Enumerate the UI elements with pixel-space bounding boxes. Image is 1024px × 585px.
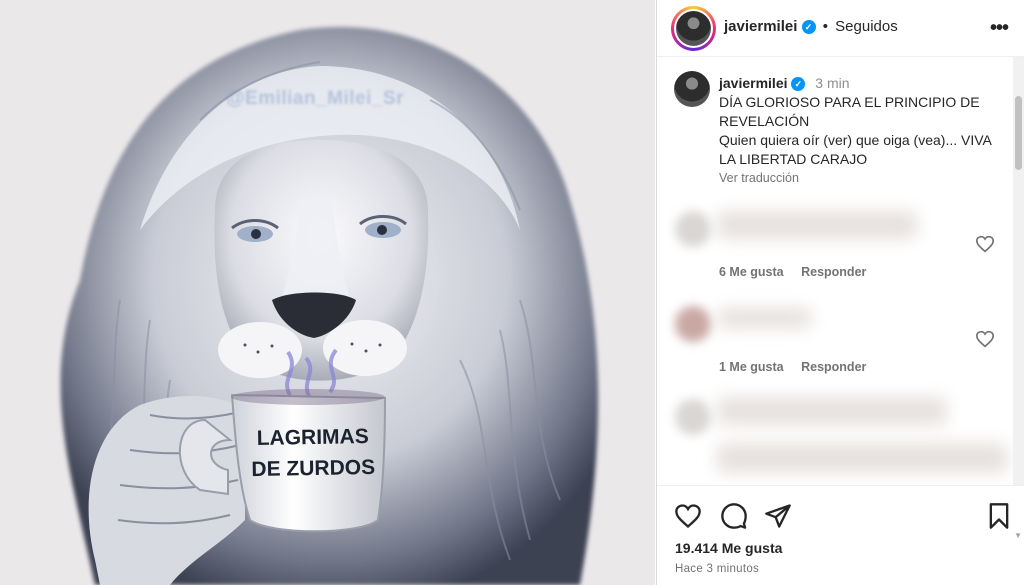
comment-bubble-icon[interactable] bbox=[720, 502, 748, 530]
comment-likes[interactable]: 1 Me gusta bbox=[719, 360, 784, 374]
bookmark-icon[interactable] bbox=[985, 502, 1013, 530]
comment-text-blurred bbox=[717, 443, 1007, 473]
header-username[interactable]: javiermilei bbox=[724, 18, 797, 35]
comment-meta: 1 Me gusta Responder bbox=[719, 360, 880, 374]
caption-username[interactable]: javiermilei bbox=[719, 75, 788, 91]
see-translation-link[interactable]: Ver traducción bbox=[719, 169, 1009, 188]
caption-avatar[interactable] bbox=[674, 71, 710, 107]
comment-avatar[interactable] bbox=[675, 399, 711, 435]
paper-plane-icon[interactable] bbox=[764, 502, 792, 530]
likes-count[interactable]: 19.414 Me gusta bbox=[675, 540, 782, 556]
post-side-panel: javiermilei ✓ • Seguidos ••• javiermilei… bbox=[656, 0, 1024, 585]
heart-icon[interactable] bbox=[674, 502, 702, 530]
header-user-line: javiermilei ✓ • Seguidos bbox=[724, 18, 898, 35]
header-separator: • bbox=[822, 18, 828, 35]
heart-icon[interactable] bbox=[975, 330, 995, 348]
reply-button[interactable]: Responder bbox=[801, 360, 866, 374]
comment-avatar[interactable] bbox=[675, 306, 711, 342]
caption: javiermilei ✓ 3 min DÍA GLORIOSO PARA EL… bbox=[719, 74, 1009, 188]
caption-line-1: DÍA GLORIOSO PARA EL PRINCIPIO DE REVELA… bbox=[719, 94, 980, 129]
caption-line-2: Quien quiera oír (ver) que oiga (vea)...… bbox=[719, 132, 992, 167]
comment-item: 1 Me gusta Responder bbox=[657, 302, 1024, 382]
comment-text-blurred bbox=[717, 308, 812, 328]
following-button[interactable]: Seguidos bbox=[835, 18, 898, 35]
caption-time[interactable]: 3 min bbox=[815, 75, 849, 91]
comment-text-blurred bbox=[717, 211, 917, 239]
scrollbar-thumb[interactable] bbox=[1015, 96, 1022, 170]
watermark-text: @Emilian_Milei_Sr bbox=[226, 88, 405, 109]
reply-button[interactable]: Responder bbox=[801, 265, 866, 279]
comment-text-blurred bbox=[717, 397, 947, 425]
avatar-photo bbox=[676, 11, 711, 46]
post-actions: 19.414 Me gusta Hace 3 minutos bbox=[657, 485, 1024, 585]
verified-badge-icon: ✓ bbox=[801, 20, 816, 35]
mug-caption: LAGRIMAS DE ZURDOS bbox=[237, 421, 388, 486]
mug-line-2: DE ZURDOS bbox=[251, 455, 376, 482]
more-options-icon[interactable]: ••• bbox=[987, 17, 1011, 39]
mug-line-1: LAGRIMAS bbox=[256, 425, 369, 450]
comments-scroll-area[interactable]: javiermilei ✓ 3 min DÍA GLORIOSO PARA EL… bbox=[657, 57, 1024, 485]
post-header: javiermilei ✓ • Seguidos ••• bbox=[657, 0, 1024, 57]
heart-icon[interactable] bbox=[975, 235, 995, 253]
comment-likes[interactable]: 6 Me gusta bbox=[719, 265, 784, 279]
comment-meta: 6 Me gusta Responder bbox=[719, 265, 880, 279]
post-timestamp[interactable]: Hace 3 minutos bbox=[675, 563, 759, 575]
comment-item bbox=[657, 397, 1024, 477]
verified-badge-icon: ✓ bbox=[791, 77, 806, 92]
author-avatar[interactable] bbox=[671, 6, 716, 51]
comment-avatar[interactable] bbox=[675, 211, 711, 247]
comment-item: 6 Me gusta Responder bbox=[657, 207, 1024, 287]
post-image[interactable]: @Emilian_Milei_Sr LAGRIMAS DE ZURDOS bbox=[0, 0, 655, 585]
